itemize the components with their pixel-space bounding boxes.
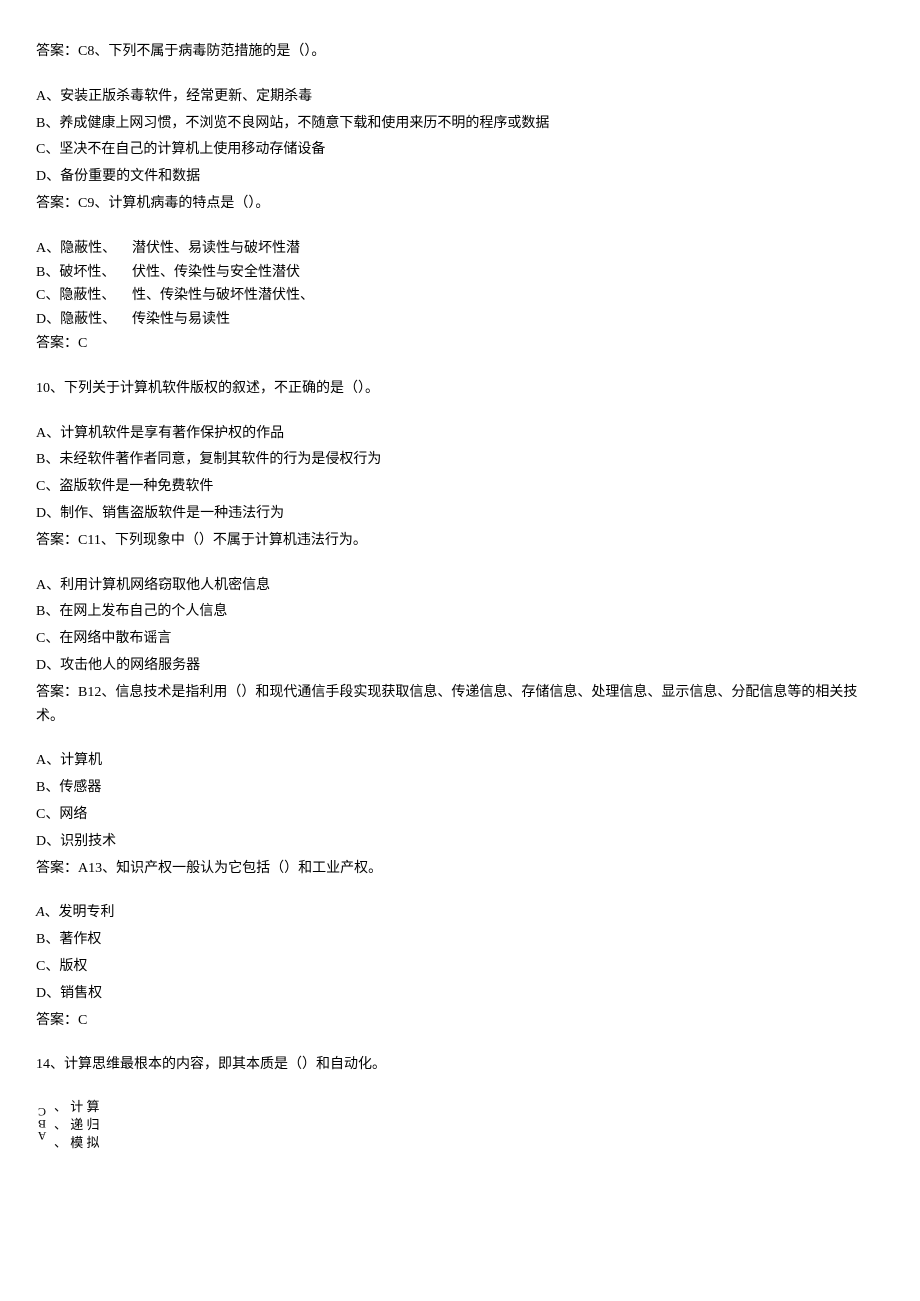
q13-answer-line: 答案：A13、知识产权一般认为它包括（）和工业产权。 <box>36 857 884 881</box>
q14-option-c: 、 模 拟 <box>54 1134 100 1152</box>
q14-option-a: 、 计 算 <box>54 1098 100 1116</box>
q11-option-a: A、利用计算机网络窃取他人机密信息 <box>36 574 884 598</box>
q12-option-d: D、识别技术 <box>36 830 884 854</box>
q11-option-d: D、攻击他人的网络服务器 <box>36 654 884 678</box>
q9-d-left: D、隐蔽性、 <box>36 308 132 332</box>
q9-a-left: A、隐蔽性、 <box>36 237 132 261</box>
q12-answer-line: 答案：B12、信息技术是指利用（）和现代通信手段实现获取信息、传递信息、存储信息… <box>36 681 884 729</box>
q8-option-d: D、备份重要的文件和数据 <box>36 165 884 189</box>
q9-b-right: 伏性、传染性与安全性潜伏 <box>132 261 884 285</box>
q12-option-a: A、计算机 <box>36 749 884 773</box>
q9-answer: 答案：C <box>36 332 884 356</box>
q9-d-right: 传染性与易读性 <box>132 308 884 332</box>
q14-stem: 14、计算思维最根本的内容，即其本质是（）和自动化。 <box>36 1053 884 1077</box>
q14-label-column: ABC <box>36 1107 48 1143</box>
q14-options: ABC 、 计 算 、 递 归 、 模 拟 <box>36 1098 884 1153</box>
q10-option-b: B、未经软件著作者同意，复制其软件的行为是侵权行为 <box>36 448 884 472</box>
q8-answer-line: 答案：C8、下列不属于病毒防范措施的是（）。 <box>36 40 884 64</box>
q9-b-left: B、破坏性、 <box>36 261 132 285</box>
q13-option-d: D、销售权 <box>36 982 884 1006</box>
q9-c-left: C、隐蔽性、 <box>36 284 132 308</box>
q9-a-right: 潜伏性、易读性与破坏性潜 <box>132 237 884 261</box>
q8-option-c: C、坚决不在自己的计算机上使用移动存储设备 <box>36 138 884 162</box>
q11-option-b: B、在网上发布自己的个人信息 <box>36 600 884 624</box>
q8-option-a: A、安装正版杀毒软件，经常更新、定期杀毒 <box>36 85 884 109</box>
q10-stem: 10、下列关于计算机软件版权的叙述，不正确的是（）。 <box>36 377 884 401</box>
q13-option-b: B、著作权 <box>36 928 884 952</box>
q9-options: A、隐蔽性、 B、破坏性、 C、隐蔽性、 D、隐蔽性、 潜伏性、易读性与破坏性潜… <box>36 237 884 332</box>
q12-option-b: B、传感器 <box>36 776 884 800</box>
q13-option-c: C、版权 <box>36 955 884 979</box>
q13-answer: 答案：C <box>36 1009 884 1033</box>
q10-option-d: D、制作、销售盗版软件是一种违法行为 <box>36 502 884 526</box>
q14-option-b: 、 递 归 <box>54 1116 100 1134</box>
q11-option-c: C、在网络中散布谣言 <box>36 627 884 651</box>
q9-answer-line: 答案：C9、计算机病毒的特点是（）。 <box>36 192 884 216</box>
q13-option-a: A、发明专利 <box>36 901 884 925</box>
q12-option-c: C、网络 <box>36 803 884 827</box>
q8-option-b: B、养成健康上网习惯，不浏览不良网站，不随意下载和使用来历不明的程序或数据 <box>36 112 884 136</box>
q9-c-right: 性、传染性与破坏性潜伏性、 <box>132 284 884 308</box>
q10-option-c: C、盗版软件是一种免费软件 <box>36 475 884 499</box>
q10-option-a: A、计算机软件是享有著作保护权的作品 <box>36 422 884 446</box>
q11-answer-line: 答案：C11、下列现象中（）不属于计算机违法行为。 <box>36 529 884 553</box>
